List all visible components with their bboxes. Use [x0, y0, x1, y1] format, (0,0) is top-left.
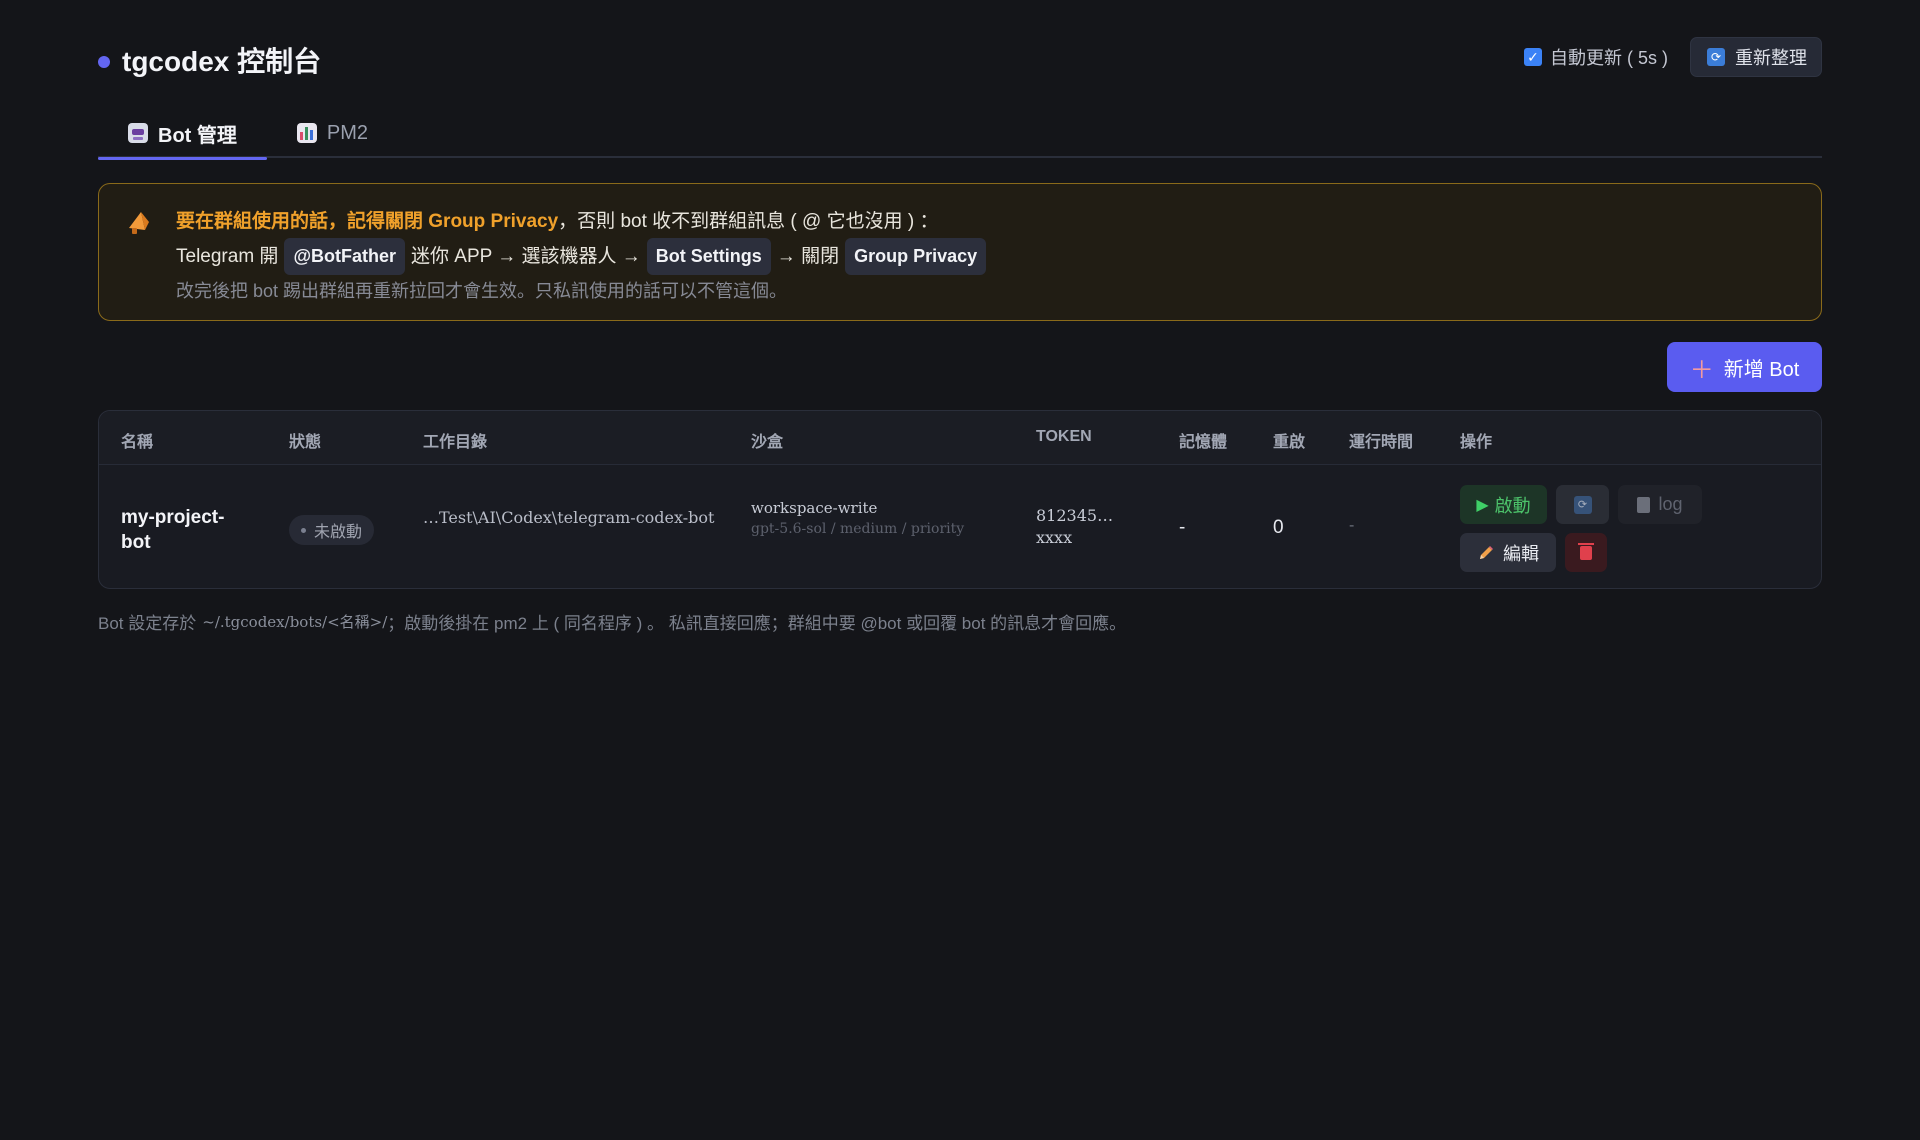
status-dot-icon	[301, 527, 306, 533]
footer-note: Bot 設定存於 ~/.tgcodex/bots/<名稱>/ ；啟動後掛在 pm…	[98, 609, 1126, 634]
refresh-icon: ⟳	[1707, 48, 1725, 66]
tab-label: Bot 管理	[158, 124, 237, 147]
tab-bar: Bot 管理 PM2	[98, 108, 1822, 160]
status-dot-icon	[98, 56, 110, 68]
play-icon: ▶	[1476, 496, 1489, 514]
refresh-button-label: 重新整理	[1735, 48, 1807, 68]
column-header-name: 名稱	[121, 434, 154, 451]
notice-highlight: 要在群組使用的話，記得關閉 Group Privacy	[176, 211, 559, 232]
status-badge-label: 未啟動	[314, 524, 363, 541]
edit-button[interactable]: 編輯	[1460, 533, 1556, 572]
notice-line1-rest: ，否則 bot 收不到群組訊息 ( @ 它也沒用 ) ：	[558, 211, 939, 232]
bot-token: 812345…xxxx	[1036, 506, 1114, 547]
edit-button-label: 編輯	[1503, 543, 1539, 564]
notice-line2-prefix: Telegram 開	[176, 246, 279, 267]
column-header-token: TOKEN	[1036, 428, 1092, 445]
notice-line-2: Telegram 開 @BotFather 迷你 APP → 選該機器人 → B…	[176, 238, 992, 275]
tab-bot-management[interactable]: Bot 管理	[98, 108, 267, 160]
refresh-button[interactable]: ⟳ 重新整理	[1690, 37, 1822, 77]
refresh-icon: ⟳	[1573, 495, 1592, 514]
sandbox-model: gpt-5.6-sol / medium / priority	[751, 521, 965, 537]
app-root: tgcodex 控制台 ✓ 自動更新 ( 5s ) ⟳ 重新整理 Bot 管理 …	[98, 0, 1822, 633]
checkbox-checked-icon[interactable]: ✓	[1523, 48, 1542, 66]
megaphone-icon	[129, 212, 149, 234]
footer-path: ~/.tgcodex/bots/<名稱>/	[202, 613, 388, 631]
notice-line2-mid2: → 關閉	[776, 246, 840, 267]
botfather-chip: @BotFather	[284, 238, 405, 275]
bot-restarts: 0	[1273, 517, 1284, 538]
footer-prefix: Bot 設定存於	[98, 614, 197, 633]
sandbox-mode: workspace-write	[751, 499, 878, 517]
bot-table: 名稱 狀態 工作目錄 沙盒 TOKEN 記憶體 重啟 運行時間 操作 my-pr…	[98, 410, 1822, 589]
table-row: my-project-bot 未啟動 …Test\AI\Codex\telegr…	[99, 465, 1821, 588]
page-title-text: tgcodex 控制台	[122, 46, 322, 77]
tab-pm2[interactable]: PM2	[267, 108, 398, 158]
bot-workdir: …Test\AI\Codex\telegram-codex-bot	[423, 508, 715, 527]
column-header-memory: 記憶體	[1179, 434, 1228, 451]
start-button-label: 啟動	[1494, 495, 1531, 516]
pencil-icon	[1480, 545, 1493, 559]
bot-uptime: -	[1349, 517, 1355, 534]
bot-name: my-project-bot	[121, 507, 225, 553]
group-privacy-chip: Group Privacy	[845, 238, 987, 275]
log-button-label: log	[1658, 494, 1683, 514]
auto-refresh-label: 自動更新 ( 5s )	[1549, 48, 1668, 68]
column-header-workdir: 工作目錄	[423, 434, 488, 451]
group-privacy-notice: 要在群組使用的話，記得關閉 Group Privacy ，否則 bot 收不到群…	[98, 183, 1822, 321]
bot-settings-chip: Bot Settings	[646, 238, 771, 275]
header-controls: ✓ 自動更新 ( 5s ) ⟳ 重新整理	[1523, 37, 1822, 77]
row-actions: ▶ 啟動 ⟳ log 編輯	[1460, 485, 1720, 581]
column-header-sandbox: 沙盒	[751, 434, 784, 451]
delete-button[interactable]	[1565, 533, 1607, 572]
table-header: 名稱 狀態 工作目錄 沙盒 TOKEN 記憶體 重啟 運行時間 操作	[99, 411, 1821, 465]
document-icon	[1637, 496, 1651, 513]
column-header-actions: 操作	[1460, 434, 1493, 451]
log-button[interactable]: log	[1618, 485, 1702, 524]
add-bot-button[interactable]: ＋ 新增 Bot	[1667, 342, 1822, 392]
notice-line-3: 改完後把 bot 踢出群組再重新拉回才會生效。只私訊使用的話可以不管這個。	[176, 281, 788, 301]
trash-icon	[1578, 542, 1594, 560]
robot-icon	[128, 123, 148, 143]
header: tgcodex 控制台 ✓ 自動更新 ( 5s ) ⟳ 重新整理	[98, 0, 1822, 118]
footer-suffix: ；啟動後掛在 pm2 上 ( 同名程序 ) 。 私訊直接回應；群組中要 @bot…	[387, 614, 1127, 633]
notice-line-1: 要在群組使用的話，記得關閉 Group Privacy ，否則 bot 收不到群…	[176, 205, 992, 238]
auto-refresh-toggle[interactable]: ✓ 自動更新 ( 5s )	[1523, 44, 1668, 70]
column-header-uptime: 運行時間	[1349, 434, 1414, 451]
column-header-restarts: 重啟	[1273, 434, 1306, 451]
column-header-status: 狀態	[289, 434, 322, 451]
bot-memory: -	[1179, 517, 1186, 538]
status-badge: 未啟動	[289, 515, 375, 545]
plus-icon: ＋	[1689, 356, 1714, 384]
start-button[interactable]: ▶ 啟動	[1460, 485, 1547, 524]
add-bot-label: 新增 Bot	[1723, 358, 1800, 381]
restart-button[interactable]: ⟳	[1556, 485, 1609, 524]
tab-label: PM2	[326, 121, 369, 144]
bot-sandbox: workspace-write gpt-5.6-sol / medium / p…	[751, 498, 971, 540]
bar-chart-icon	[296, 123, 317, 143]
notice-line2-mid: 迷你 APP → 選該機器人 →	[411, 246, 641, 267]
page-title: tgcodex 控制台	[98, 40, 321, 80]
